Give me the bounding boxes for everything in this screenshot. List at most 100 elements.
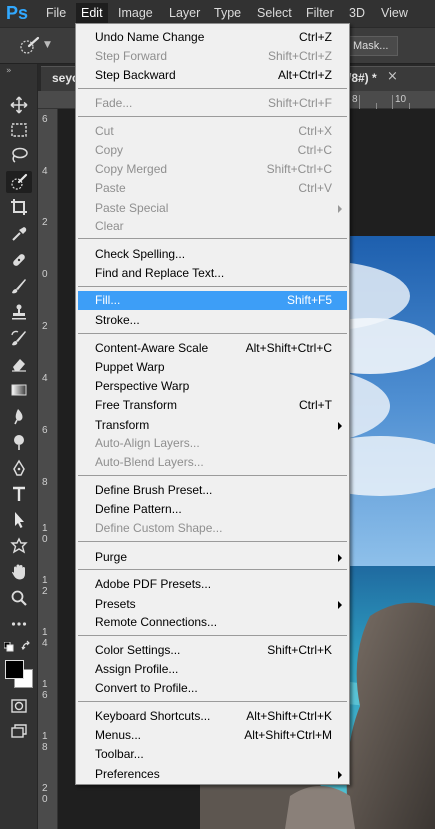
history-brush-icon[interactable] (6, 327, 32, 349)
menu-item-step-forward: Step Forward Shift+Ctrl+Z (95, 49, 332, 63)
brush-icon[interactable] (6, 275, 32, 297)
menu-separator (78, 88, 347, 89)
swap-colors-icon[interactable] (21, 640, 33, 652)
menu-separator (78, 541, 347, 542)
menu-item-define-pattern[interactable]: Define Pattern... (78, 500, 347, 519)
menu-item-auto-align-layers: Auto-Align Layers... (95, 436, 200, 450)
default-colors-icon[interactable] (3, 641, 14, 652)
move-icon[interactable] (6, 94, 32, 116)
ruler-label: 8 (352, 94, 358, 105)
chevron-down-icon[interactable]: ▼ (44, 40, 51, 50)
menu-3d[interactable]: 3D (349, 6, 365, 20)
menu-item-keyboard-shortcuts[interactable]: Keyboard Shortcuts... Alt+Shift+Ctrl+K (78, 707, 347, 726)
clone-stamp-icon[interactable] (6, 301, 32, 323)
menu-item-stroke[interactable]: Stroke... (78, 311, 347, 330)
ruler-label: 4 (42, 373, 48, 384)
menu-image[interactable]: Image (118, 6, 153, 20)
more-tools-icon[interactable] (6, 613, 32, 635)
brush-preset-icon[interactable] (18, 36, 42, 59)
foreground-color-swatch[interactable] (5, 660, 24, 679)
marquee-icon[interactable] (6, 119, 32, 141)
menu-type[interactable]: Type (214, 6, 241, 20)
collapse-panel-icon[interactable]: » (6, 66, 12, 76)
menu-item-perspective-warp[interactable]: Perspective Warp (78, 377, 347, 396)
ruler-label: 1 (42, 731, 48, 742)
healing-brush-icon[interactable] (6, 249, 32, 271)
menu-item-content-aware-scale[interactable]: Content-Aware Scale Alt+Shift+Ctrl+C (78, 339, 347, 358)
menu-separator (78, 635, 347, 636)
menu-edit[interactable]: Edit (76, 3, 108, 24)
submenu-arrow-icon (338, 771, 342, 779)
menu-separator (78, 333, 347, 334)
blur-icon[interactable] (6, 405, 32, 427)
ruler-label: 1 (42, 523, 48, 534)
menu-item-cut: Cut Ctrl+X (95, 124, 332, 138)
menu-separator (78, 238, 347, 239)
menu-separator (78, 286, 347, 287)
crop-icon[interactable] (6, 196, 32, 218)
menu-item-toolbar[interactable]: Toolbar... (78, 745, 347, 764)
quick-mask-icon[interactable] (6, 695, 32, 717)
menu-item-assign-profile[interactable]: Assign Profile... (78, 660, 347, 679)
custom-shape-icon[interactable] (6, 535, 32, 557)
menu-item-define-custom-shape: Define Custom Shape... (95, 521, 223, 535)
menu-filter[interactable]: Filter (306, 6, 334, 20)
menu-item-check-spelling[interactable]: Check Spelling... (78, 245, 347, 264)
path-selection-icon[interactable] (6, 509, 32, 531)
ruler-label: 4 (42, 166, 48, 177)
menu-view[interactable]: View (381, 6, 408, 20)
ruler-label: 0 (42, 794, 48, 805)
select-and-mask-button[interactable]: Mask... (346, 36, 398, 56)
ruler-label: 0 (42, 269, 48, 280)
ruler-label: 1 (42, 679, 48, 690)
quick-selection-icon[interactable] (6, 171, 32, 193)
menu-item-preferences[interactable]: Preferences (78, 765, 347, 784)
menu-item-step-backward[interactable]: Step Backward Alt+Ctrl+Z (78, 66, 347, 85)
submenu-arrow-icon (338, 554, 342, 562)
lasso-icon[interactable] (6, 144, 32, 166)
menu-separator (78, 475, 347, 476)
type-icon[interactable] (6, 483, 32, 505)
ruler-label: 8 (42, 477, 48, 488)
menu-item-puppet-warp[interactable]: Puppet Warp (78, 358, 347, 377)
ruler-label: 10 (395, 94, 407, 105)
menu-select[interactable]: Select (257, 6, 292, 20)
menu-file[interactable]: File (46, 6, 66, 20)
dodge-icon[interactable] (6, 431, 32, 453)
screen-mode-icon[interactable] (6, 721, 32, 743)
menu-item-menus[interactable]: Menus... Alt+Shift+Ctrl+M (78, 726, 347, 745)
menu-item-define-brush-preset[interactable]: Define Brush Preset... (78, 481, 347, 500)
close-icon[interactable]: × (387, 69, 398, 84)
ruler-label: 6 (42, 690, 48, 701)
menu-item-fade: Fade... Shift+Ctrl+F (95, 96, 332, 110)
menu-separator (78, 569, 347, 570)
menu-item-convert-to-profile[interactable]: Convert to Profile... (78, 679, 347, 698)
menu-item-free-transform[interactable]: Free Transform Ctrl+T (78, 396, 347, 415)
menu-separator (78, 701, 347, 702)
menu-layer[interactable]: Layer (169, 6, 200, 20)
menu-item-copy-merged: Copy Merged Shift+Ctrl+C (95, 162, 332, 176)
photoshop-logo: Ps (6, 3, 29, 23)
pen-icon[interactable] (6, 457, 32, 479)
menu-item-purge[interactable]: Purge (78, 548, 347, 567)
menu-item-remote-connections[interactable]: Remote Connections... (78, 613, 347, 632)
gradient-icon[interactable] (6, 379, 32, 401)
menu-item-adobe-pdf-presets[interactable]: Adobe PDF Presets... (78, 575, 347, 594)
menu-item-clear: Clear (95, 219, 124, 233)
ruler-label: 2 (42, 217, 48, 228)
submenu-arrow-icon (338, 601, 342, 609)
menu-item-find-replace[interactable]: Find and Replace Text... (78, 264, 347, 283)
menu-item-copy: Copy Ctrl+C (95, 143, 332, 157)
hand-icon[interactable] (6, 561, 32, 583)
ruler-label: 4 (42, 638, 48, 649)
menu-separator (78, 116, 347, 117)
ruler-label: 6 (42, 425, 48, 436)
menu-item-transform[interactable]: Transform (78, 416, 347, 435)
menu-item-color-settings[interactable]: Color Settings... Shift+Ctrl+K (78, 641, 347, 660)
zoom-icon[interactable] (6, 587, 32, 609)
eyedropper-icon[interactable] (6, 223, 32, 245)
menu-item-undo[interactable]: Undo Name Change Ctrl+Z (78, 28, 347, 47)
eraser-icon[interactable] (6, 353, 32, 375)
menu-item-presets[interactable]: Presets (78, 595, 347, 614)
menu-item-fill[interactable]: Fill... Shift+F5 (78, 291, 347, 310)
